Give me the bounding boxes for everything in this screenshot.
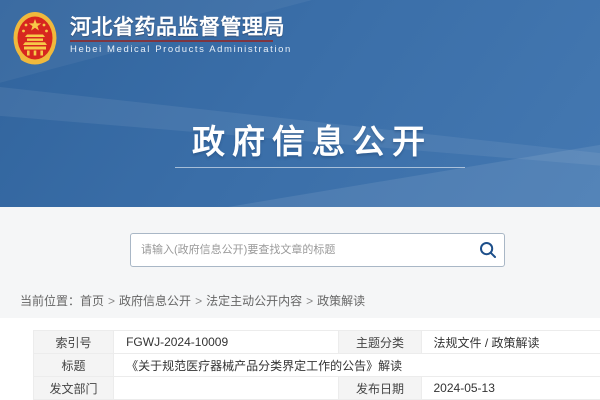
breadcrumb-item[interactable]: 首页	[80, 294, 104, 308]
breadcrumb-item[interactable]: 法定主动公开内容	[206, 294, 302, 308]
national-emblem-icon	[13, 10, 57, 68]
table-row: 标题 《关于规范医疗器械产品分类界定工作的公告》解读	[34, 354, 600, 377]
index-number-value: FGWJ-2024-10009	[114, 331, 339, 354]
breadcrumb: 当前位置：首页 > 政府信息公开 > 法定主动公开内容 > 政策解读	[20, 292, 365, 309]
category-label: 主题分类	[339, 331, 421, 354]
site-title-underline	[70, 40, 273, 42]
content-panel: 索引号 FGWJ-2024-10009 主题分类 法规文件 / 政策解读 标题 …	[0, 318, 600, 400]
breadcrumb-item: 政策解读	[317, 294, 365, 308]
site-logo[interactable]: 河北省药品监督管理局 Hebei Medical Products Admini…	[13, 10, 292, 68]
breadcrumb-separator: >	[195, 294, 202, 308]
search-input[interactable]	[131, 234, 472, 266]
search-bar	[130, 233, 505, 267]
index-number-label: 索引号	[34, 331, 114, 354]
header-banner: 河北省药品监督管理局 Hebei Medical Products Admini…	[0, 0, 600, 207]
page-title: 政府信息公开	[192, 115, 432, 163]
breadcrumb-separator: >	[306, 294, 313, 308]
department-value	[114, 377, 339, 400]
table-row: 索引号 FGWJ-2024-10009 主题分类 法规文件 / 政策解读	[34, 331, 600, 354]
search-icon	[478, 240, 498, 260]
breadcrumb-item[interactable]: 政府信息公开	[119, 294, 191, 308]
search-button[interactable]	[472, 234, 504, 266]
department-label: 发文部门	[34, 377, 114, 400]
title-label: 标题	[34, 354, 114, 377]
page-title-underline	[175, 167, 465, 168]
table-row: 发文部门 发布日期 2024-05-13	[34, 377, 600, 400]
publish-date-value: 2024-05-13	[421, 377, 600, 400]
category-value: 法规文件 / 政策解读	[421, 331, 600, 354]
site-title-english: Hebei Medical Products Administration	[70, 44, 292, 55]
breadcrumb-separator: >	[108, 294, 115, 308]
breadcrumb-items: 首页 > 政府信息公开 > 法定主动公开内容 > 政策解读	[80, 294, 365, 308]
title-value: 《关于规范医疗器械产品分类界定工作的公告》解读	[114, 354, 600, 377]
record-info-table: 索引号 FGWJ-2024-10009 主题分类 法规文件 / 政策解读 标题 …	[33, 330, 600, 400]
site-title: 河北省药品监督管理局	[70, 17, 292, 38]
publish-date-label: 发布日期	[339, 377, 421, 400]
breadcrumb-prefix: 当前位置：	[20, 294, 80, 308]
